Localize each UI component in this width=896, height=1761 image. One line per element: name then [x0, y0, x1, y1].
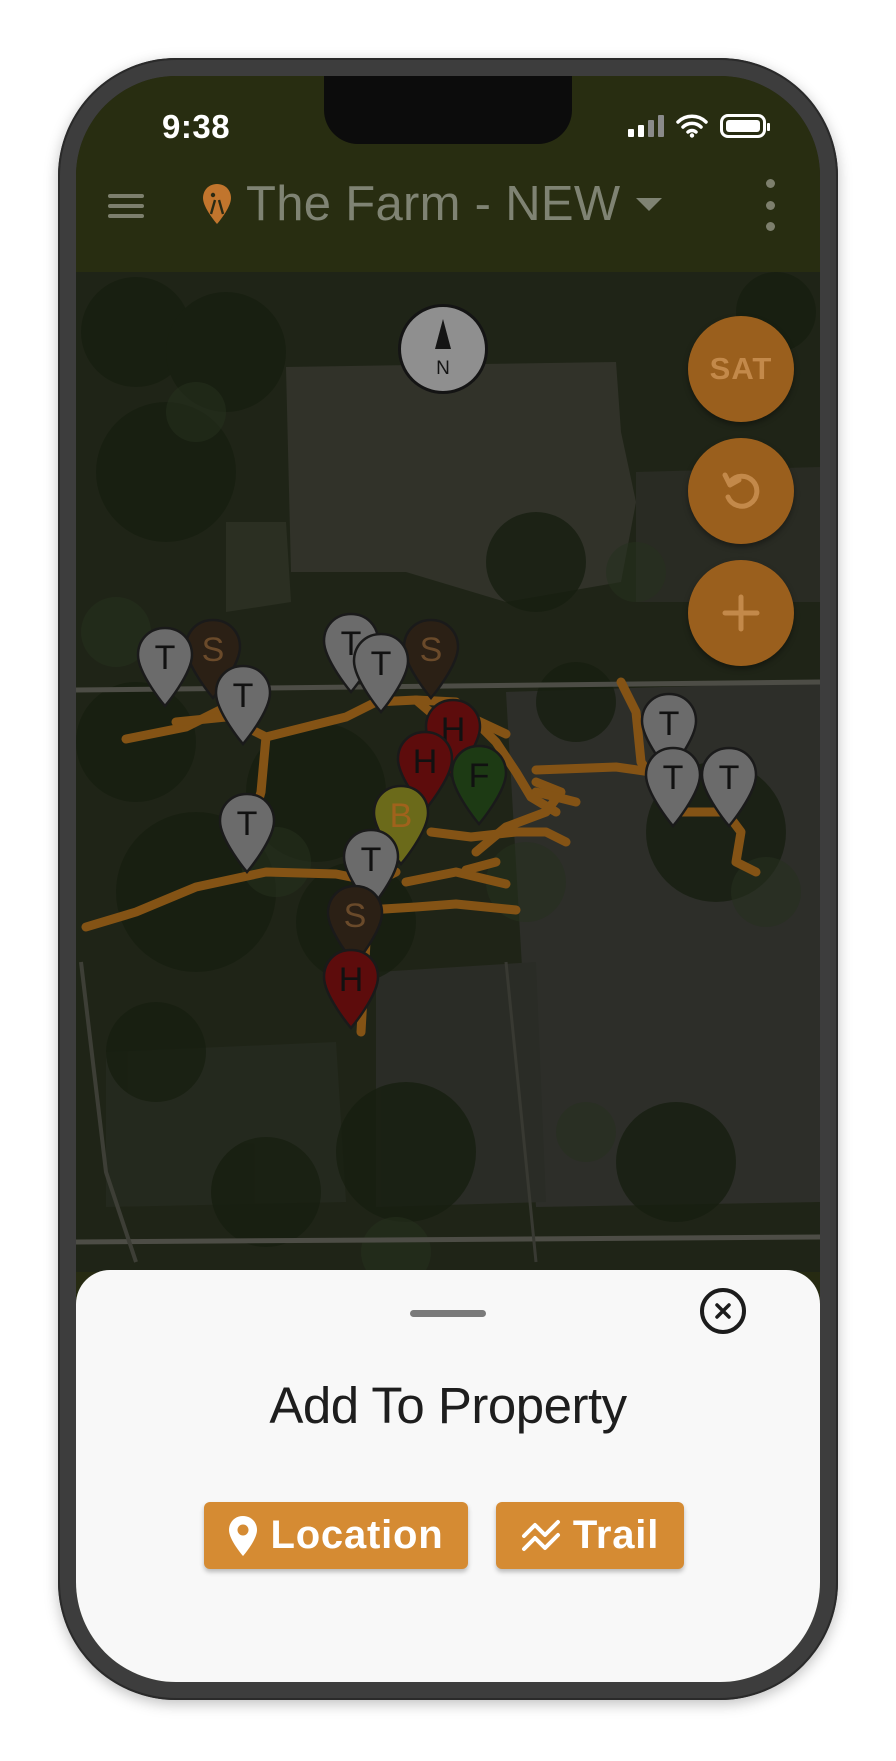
location-button-label: Location [270, 1513, 444, 1557]
close-icon [715, 1303, 731, 1319]
map-pin-icon: T [352, 632, 410, 714]
map-marker-trail-cam[interactable]: T [218, 792, 276, 874]
map-marker-trail-cam[interactable]: T [352, 632, 410, 714]
app-screen: 9:38 The Farm - NEW S T T S T T H H F T … [76, 76, 820, 1682]
more-options-button[interactable] [760, 179, 780, 231]
refresh-icon [722, 472, 760, 509]
close-button[interactable] [700, 1288, 746, 1334]
map-marker-letter: T [719, 759, 740, 797]
add-trail-button[interactable]: Trail [496, 1502, 684, 1569]
map-marker-trail-cam[interactable]: T [700, 746, 758, 828]
compass-needle-icon: N [435, 319, 451, 379]
compass-button[interactable]: N [398, 304, 488, 394]
plus-icon [722, 594, 760, 632]
map-marker-letter: T [659, 705, 680, 743]
add-to-property-sheet: Add To Property Location Trail [76, 1270, 820, 1682]
app-header: 9:38 The Farm - NEW [76, 76, 820, 272]
battery-icon [720, 114, 770, 138]
map-pin-icon: H [322, 948, 380, 1030]
add-button[interactable] [688, 560, 794, 666]
compass-label: N [436, 358, 450, 379]
sheet-title: Add To Property [269, 1377, 627, 1434]
map-marker-letter: T [361, 841, 382, 879]
map-marker-letter: T [233, 677, 254, 715]
map-pin-icon: T [218, 792, 276, 874]
hamburger-menu-button[interactable] [106, 188, 146, 224]
property-title: The Farm - NEW [246, 177, 621, 231]
map-marker-letter: H [339, 961, 364, 999]
map-marker-letter: F [469, 757, 490, 795]
trail-icon [521, 1519, 560, 1551]
map-marker-letter: T [155, 639, 176, 677]
cellular-signal-icon [628, 115, 664, 137]
map-marker-stand[interactable]: S [402, 618, 460, 700]
map-marker-letter: T [237, 805, 258, 843]
map-marker-letter: S [420, 631, 443, 669]
map-pin-icon: T [214, 664, 272, 746]
refresh-button[interactable] [688, 438, 794, 544]
location-pin-icon [229, 1515, 258, 1556]
map-type-button[interactable]: SAT [688, 316, 794, 422]
map-marker-letter: S [344, 897, 367, 935]
status-icons [628, 112, 770, 140]
map-pin-icon: T [700, 746, 758, 828]
status-time: 9:38 [162, 108, 231, 145]
map-pin-icon: T [644, 746, 702, 828]
map-pin-icon: F [450, 744, 508, 826]
map-marker-letter: H [413, 743, 438, 781]
map-marker-letter: T [663, 759, 684, 797]
add-location-button[interactable]: Location [204, 1502, 468, 1569]
map-pin-icon: S [402, 618, 460, 700]
map-marker-trail-cam[interactable]: T [644, 746, 702, 828]
map-pin-icon: T [136, 626, 194, 708]
property-selector[interactable]: The Farm - NEW [202, 174, 664, 234]
property-pin-icon [203, 184, 231, 224]
device-notch [324, 76, 572, 144]
trail-button-label: Trail [572, 1513, 660, 1557]
map-type-label: SAT [709, 351, 773, 386]
map-marker-trail-cam[interactable]: T [214, 664, 272, 746]
map-marker-hunt[interactable]: H [322, 948, 380, 1030]
map-marker-food[interactable]: F [450, 744, 508, 826]
sheet-drag-handle[interactable] [410, 1310, 486, 1317]
map-marker-trail-cam[interactable]: T [136, 626, 194, 708]
chevron-down-icon [636, 198, 663, 211]
map-marker-letter: T [371, 645, 392, 683]
wifi-icon [676, 114, 708, 138]
map-view[interactable]: STTSTTHHFTBTSHTTT N SAT [76, 272, 820, 1272]
